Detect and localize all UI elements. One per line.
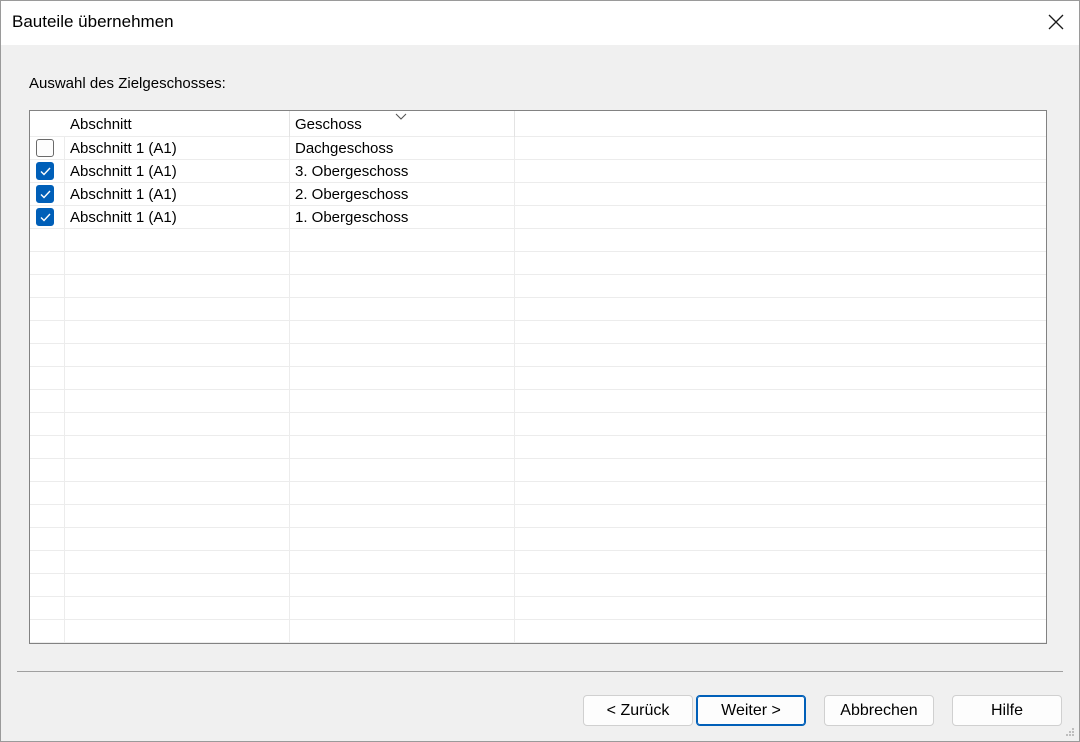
column-header-check[interactable] — [30, 111, 64, 137]
empty-row — [30, 321, 1046, 344]
section-label: Auswahl des Zielgeschosses: — [29, 75, 226, 92]
row-checkbox[interactable] — [36, 162, 54, 180]
cell-geschoss: 3. Obergeschoss — [295, 163, 409, 180]
cell-abschnitt: Abschnitt 1 (A1) — [70, 209, 177, 226]
empty-row — [30, 229, 1046, 252]
row-check-cell — [30, 137, 64, 160]
row-checkbox[interactable] — [36, 208, 54, 226]
checkmark-icon — [40, 167, 51, 176]
cell-geschoss: Dachgeschoss — [295, 140, 394, 157]
close-button[interactable] — [1033, 1, 1079, 45]
cell-geschoss: 1. Obergeschoss — [295, 209, 409, 226]
table-row[interactable]: Abschnitt 1 (A1) Dachgeschoss — [30, 137, 1046, 160]
row-check-cell — [30, 183, 64, 206]
empty-row — [30, 528, 1046, 551]
title-bar: Bauteile übernehmen — [1, 1, 1079, 45]
empty-row — [30, 252, 1046, 275]
empty-row — [30, 620, 1046, 643]
empty-row — [30, 344, 1046, 367]
empty-row — [30, 551, 1046, 574]
table-row[interactable]: Abschnitt 1 (A1) 2. Obergeschoss — [30, 183, 1046, 206]
header-separator — [514, 111, 515, 137]
close-icon — [1048, 14, 1064, 30]
dialog-title: Bauteile übernehmen — [12, 12, 174, 31]
checkmark-icon — [40, 190, 51, 199]
cell-abschnitt: Abschnitt 1 (A1) — [70, 186, 177, 203]
cell-abschnitt: Abschnitt 1 (A1) — [70, 163, 177, 180]
empty-row — [30, 574, 1046, 597]
empty-row — [30, 436, 1046, 459]
cell-abschnitt: Abschnitt 1 (A1) — [70, 140, 177, 157]
cancel-button[interactable]: Abbrechen — [824, 695, 934, 726]
empty-row — [30, 413, 1046, 436]
table-row[interactable]: Abschnitt 1 (A1) 3. Obergeschoss — [30, 160, 1046, 183]
next-button[interactable]: Weiter > — [696, 695, 806, 726]
table-row[interactable]: Abschnitt 1 (A1) 1. Obergeschoss — [30, 206, 1046, 229]
checkmark-icon — [40, 213, 51, 222]
cell-geschoss: 2. Obergeschoss — [295, 186, 409, 203]
chevron-down-icon — [395, 113, 407, 120]
empty-row — [30, 298, 1046, 321]
grid-header: Abschnitt Geschoss — [30, 111, 1046, 137]
row-check-cell — [30, 160, 64, 183]
empty-row — [30, 505, 1046, 528]
empty-row — [30, 597, 1046, 620]
header-separator — [289, 111, 290, 137]
empty-row — [30, 482, 1046, 505]
empty-row — [30, 459, 1046, 482]
help-button[interactable]: Hilfe — [952, 695, 1062, 726]
row-checkbox[interactable] — [36, 185, 54, 203]
empty-row — [30, 367, 1046, 390]
back-button[interactable]: < Zurück — [583, 695, 693, 726]
empty-row — [30, 390, 1046, 413]
dialog-window: Bauteile übernehmen Auswahl des Zielgesc… — [0, 0, 1080, 742]
resize-grip-icon[interactable] — [1065, 727, 1075, 737]
floor-selection-grid[interactable]: Abschnitt Geschoss Abschnitt 1 (A1) Dachg… — [29, 110, 1047, 644]
button-divider — [17, 671, 1063, 672]
empty-row — [30, 275, 1046, 298]
row-check-cell — [30, 206, 64, 229]
column-header-abschnitt[interactable]: Abschnitt — [70, 111, 288, 137]
row-checkbox[interactable] — [36, 139, 54, 157]
